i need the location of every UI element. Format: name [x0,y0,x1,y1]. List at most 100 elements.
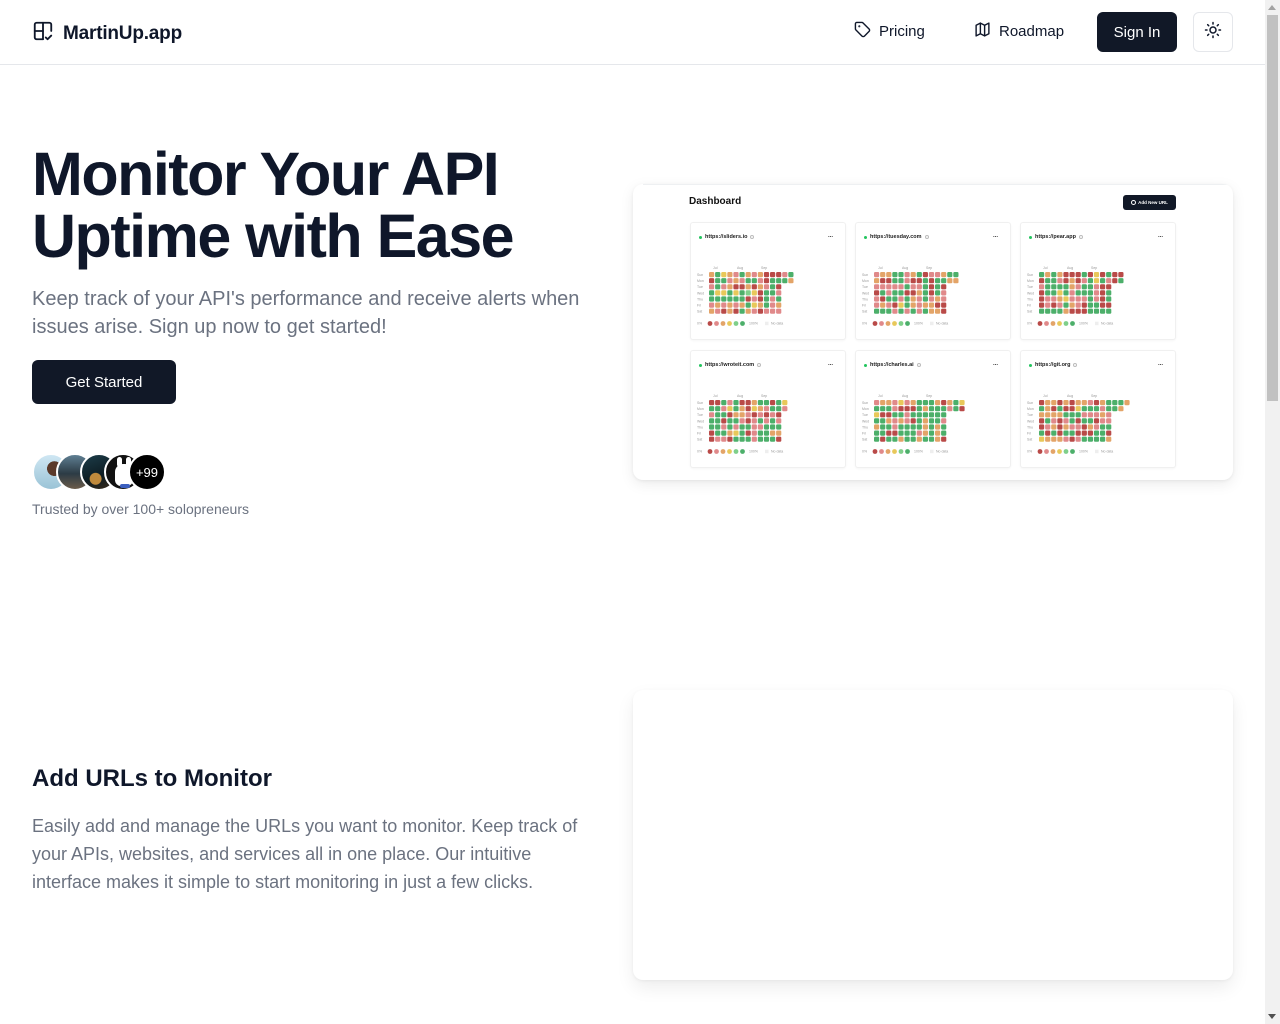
heatmap-cell [935,412,941,418]
nav-roadmap-link[interactable]: Roadmap [974,21,1064,42]
monitor-card: https://sliders.io... Jul Aug Sep Sun Mon Tue W… [690,222,846,340]
heatmap-cell [739,430,745,436]
heatmap-cell [733,406,739,412]
heatmap-cell [751,418,757,424]
heatmap-cell [1057,308,1063,314]
heatmap-cell [745,412,751,418]
heatmap-cell [721,284,727,290]
heatmap-cell [745,424,751,430]
uptime-heatmap: Jul Aug Sep Sun Mon Tue Wed Thu Fri Sat 0% 100% No d… [1027,393,1167,465]
heatmap-cell [745,430,751,436]
heatmap-cell [880,418,886,424]
day-label: Thu [697,425,703,429]
heatmap-cell [886,296,892,302]
heatmap-cell [928,302,935,308]
heatmap-cell [1057,406,1063,412]
heatmap-cell [1106,424,1112,430]
scroll-up-arrow-icon[interactable] [1268,5,1276,10]
day-label: Sun [697,273,703,277]
heatmap-cell [757,308,763,314]
day-label: Sat [1027,438,1032,442]
heatmap-cell [959,406,965,412]
clock-icon [757,363,762,367]
heatmap-cell [1069,290,1075,296]
heatmap-cell [1045,400,1051,406]
heatmap-cell [935,278,941,284]
heatmap-cell [910,290,916,296]
heatmap-cell [1118,406,1124,412]
heatmap-cell [1045,430,1051,436]
heatmap-cell [757,436,763,442]
heatmap-cell [874,284,880,290]
uptime-heatmap: Jul Aug Sep Sun Mon Tue Wed Thu Fri Sat 0% 100% No d… [1027,265,1167,337]
legend-nodata-label: No data [771,450,783,454]
monitor-url-text: https://tuesday.com [870,234,922,240]
heatmap-cell [721,418,727,424]
day-label: Thu [1027,297,1033,301]
heatmap-cell [751,284,757,290]
heatmap-cell [733,296,739,302]
heatmap-cell [1051,284,1057,290]
nav-roadmap-label: Roadmap [999,23,1065,40]
heatmap-cell [1093,308,1100,314]
heatmap-cell [751,272,757,278]
heatmap-cell [922,290,928,296]
heatmap-cell [916,284,922,290]
heatmap-cell [1106,296,1112,302]
heatmap-cell [770,302,776,308]
nav-pricing-link[interactable]: Pricing [854,21,925,42]
heatmap-cell [904,412,910,418]
heatmap-cell [922,296,928,302]
heatmap-cell [1100,284,1106,290]
heatmap-cell [770,412,776,418]
scroll-down-arrow-icon[interactable] [1268,1014,1276,1019]
heatmap-cell [874,308,880,314]
heatmap-cell [721,400,727,406]
get-started-button[interactable]: Get Started [32,360,176,404]
heatmap-cell [1093,406,1100,412]
heatmap-cell [1081,296,1087,302]
more-menu-icon: ... [827,233,833,239]
heatmap-cell [922,418,928,424]
day-label: Tue [697,413,703,417]
heatmap-cell [898,284,904,290]
heatmap-cell [1100,302,1106,308]
day-label: Wed [1027,291,1034,295]
legend-max-label: 100% [914,450,923,454]
heatmap-cell [1075,400,1081,406]
heatmap-cell [709,284,715,290]
heatmap-cell [1069,418,1075,424]
heatmap-cell [1081,436,1087,442]
page-scrollbar[interactable] [1265,0,1280,1024]
scroll-thumb[interactable] [1267,15,1278,401]
day-label: Mon [1027,279,1034,283]
heatmap-cell [874,400,880,406]
avatars-more-count: +99 [128,453,166,491]
sign-in-button[interactable]: Sign In [1097,12,1177,52]
heatmap-cell [733,278,739,284]
heatmap-cell [935,424,941,430]
day-label: Mon [862,279,869,283]
heatmap-cell [709,400,715,406]
month-label: Jul [713,266,718,270]
heatmap-cell [1069,272,1075,278]
heatmap-cell [751,400,757,406]
theme-toggle-button[interactable] [1193,12,1233,52]
heatmap-cell [1087,406,1093,412]
heatmap-cell [1093,424,1100,430]
heatmap-cell [1063,436,1069,442]
heatmap-cell [916,400,922,406]
heatmap-cell [1118,272,1124,278]
brand-logo-link[interactable]: MartinUp.app [32,20,182,47]
heatmap-cell [928,290,935,296]
heatmap-cell [910,296,916,302]
heatmap-cell [1051,418,1057,424]
legend-swatch [872,449,878,454]
heatmap-cell [898,308,904,314]
heatmap-cell [1087,430,1093,436]
heatmap-cell [715,272,721,278]
heatmap-cell [880,430,886,436]
user-avatars: +99 [32,453,166,491]
heatmap-cell [757,424,763,430]
heatmap-cell [745,296,751,302]
